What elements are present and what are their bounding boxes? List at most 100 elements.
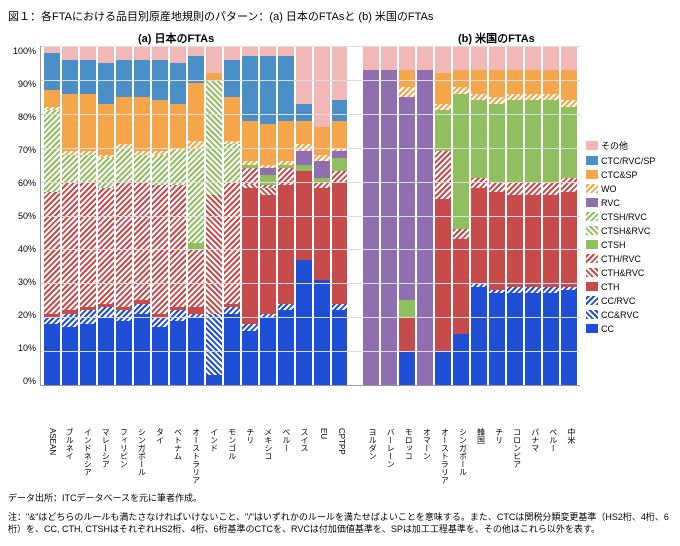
bar-segment bbox=[170, 46, 186, 63]
bar-segment bbox=[206, 80, 222, 195]
bar-segment bbox=[417, 46, 433, 70]
bar-segment bbox=[543, 70, 559, 94]
y-tick: 40% bbox=[18, 244, 36, 254]
bar-segment bbox=[134, 60, 150, 97]
bar-segment bbox=[543, 287, 559, 294]
y-tick: 100% bbox=[13, 46, 36, 56]
bar-segment bbox=[399, 46, 415, 70]
x-tick-label: オーストラリア bbox=[434, 428, 450, 486]
bar-segment bbox=[152, 155, 168, 186]
bar-segment bbox=[62, 314, 78, 328]
legend-item: CC/RVC bbox=[586, 296, 672, 306]
bar-segment bbox=[507, 46, 523, 70]
bar-segment bbox=[134, 46, 150, 60]
legend-label: その他 bbox=[601, 139, 628, 152]
bar-segment bbox=[453, 70, 469, 87]
bar-segment bbox=[507, 100, 523, 181]
bar-segment bbox=[489, 192, 505, 290]
bar-segment bbox=[471, 46, 487, 70]
legend-item: CTH&RVC bbox=[586, 268, 672, 278]
legend-item: CTSH/RVC bbox=[586, 212, 672, 222]
gridline bbox=[41, 249, 580, 250]
legend-swatch bbox=[586, 212, 598, 221]
legend-label: WO bbox=[601, 184, 617, 194]
bar-segment bbox=[98, 46, 114, 63]
bar-segment bbox=[507, 293, 523, 385]
legend-swatch bbox=[586, 324, 598, 333]
x-tick-label: モロッコ bbox=[398, 428, 414, 486]
bar-segment bbox=[381, 70, 397, 385]
x-tick-label: マレーシア bbox=[95, 428, 111, 486]
bar-segment bbox=[170, 151, 186, 185]
bar-segment bbox=[489, 70, 505, 97]
bar-segment bbox=[98, 158, 114, 189]
gridline bbox=[41, 283, 580, 284]
bar-segment bbox=[98, 63, 114, 104]
x-tick-label: オマーン bbox=[416, 428, 432, 486]
bar-segment bbox=[80, 60, 96, 94]
bar-segment bbox=[62, 46, 78, 60]
bar-segment bbox=[399, 300, 415, 317]
x-tick-label: チリ bbox=[489, 428, 505, 486]
legend-label: CC bbox=[601, 324, 614, 334]
x-tick-label: 韓国 bbox=[470, 428, 486, 486]
bar-segment bbox=[242, 46, 258, 56]
bar-segment bbox=[332, 310, 348, 385]
bar-segment bbox=[525, 293, 541, 385]
legend-label: CTH&RVC bbox=[601, 268, 644, 278]
legend-swatch bbox=[586, 296, 598, 305]
x-tick-label: コロンビア bbox=[507, 428, 523, 486]
bar-segment bbox=[363, 46, 379, 70]
bar-segment bbox=[188, 83, 204, 141]
bar-segment bbox=[224, 60, 240, 97]
y-axis: 100%90%80%70%60%50%40%30%20%10%0% bbox=[8, 46, 40, 386]
bar-segment bbox=[561, 178, 577, 192]
bar-segment bbox=[332, 171, 348, 181]
bar-segment bbox=[152, 317, 168, 327]
bar-segment bbox=[561, 70, 577, 101]
bar-segment bbox=[543, 182, 559, 196]
bar-segment bbox=[242, 56, 258, 120]
bar-segment bbox=[206, 46, 222, 73]
bar-segment bbox=[116, 182, 132, 307]
gridline bbox=[41, 148, 580, 149]
bar-segment bbox=[399, 97, 415, 300]
bar-segment bbox=[332, 158, 348, 172]
legend-label: CTC&SP bbox=[601, 170, 638, 180]
bar-segment bbox=[206, 314, 222, 375]
x-tick-label: タイ bbox=[149, 428, 165, 486]
bar-segment bbox=[206, 195, 222, 314]
legend-label: CC/RVC bbox=[601, 296, 635, 306]
figure-title: 図１：各FTAにおける品目別原産地規則のパターン：(a) 日本のFTAsと (b… bbox=[8, 8, 672, 24]
bar-segment bbox=[332, 100, 348, 120]
bar-segment bbox=[399, 351, 415, 385]
legend-item: CC bbox=[586, 324, 672, 334]
bar-segment bbox=[260, 175, 276, 185]
bar-segment bbox=[188, 46, 204, 56]
bar-segment bbox=[278, 56, 294, 120]
bar-segment bbox=[116, 46, 132, 60]
legend-label: CTC/RVC/SP bbox=[601, 156, 655, 166]
bar-segment bbox=[80, 324, 96, 385]
y-tick: 80% bbox=[18, 112, 36, 122]
bar-segment bbox=[314, 155, 330, 162]
bar-segment bbox=[507, 70, 523, 94]
legend-swatch bbox=[586, 282, 598, 291]
legend-item: WO bbox=[586, 184, 672, 194]
bar-segment bbox=[525, 46, 541, 70]
bar-segment bbox=[296, 151, 312, 165]
legend-swatch bbox=[586, 198, 598, 207]
legend-swatch bbox=[586, 156, 598, 165]
bar-segment bbox=[435, 46, 451, 73]
bar-segment bbox=[332, 121, 348, 148]
legend-label: CTH bbox=[601, 282, 620, 292]
x-tick-label: メキシコ bbox=[258, 428, 274, 486]
legend-swatch bbox=[586, 254, 598, 263]
bar-segment bbox=[435, 104, 451, 111]
bar-segment bbox=[471, 94, 487, 101]
bar-segment bbox=[543, 100, 559, 181]
bar-segment bbox=[296, 165, 312, 172]
x-tick-label: インド bbox=[204, 428, 220, 486]
bar-segment bbox=[561, 100, 577, 107]
bar-segment bbox=[453, 239, 469, 334]
